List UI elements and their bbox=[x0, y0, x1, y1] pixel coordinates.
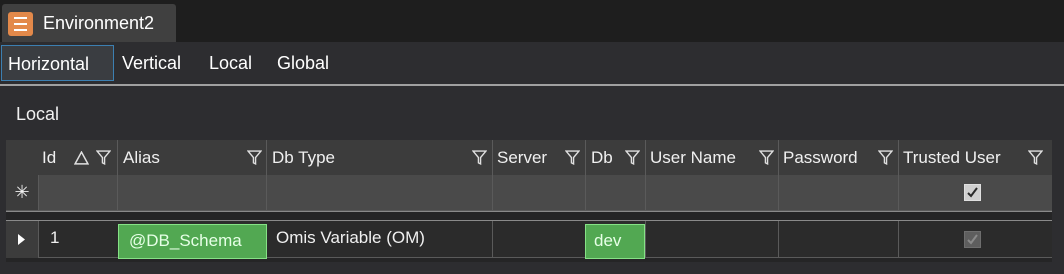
cell-db-type[interactable]: Omis Variable (OM) bbox=[270, 221, 490, 258]
section-title: Local bbox=[16, 104, 60, 124]
new-row[interactable]: ✳ bbox=[6, 175, 1052, 211]
menu-divider bbox=[0, 84, 1064, 86]
environment-grid: Id Alias Db Type Server Db User Name Pas… bbox=[6, 140, 1052, 262]
menu-horizontal[interactable]: Horizontal bbox=[1, 45, 114, 81]
document-tab-strip: Environment2 bbox=[0, 0, 1064, 42]
list-icon bbox=[8, 12, 33, 36]
new-row-marker-icon: ✳ bbox=[6, 175, 38, 210]
environment-editor: Environment2 Horizontal Vertical Local G… bbox=[0, 0, 1064, 274]
sort-ascending-icon[interactable] bbox=[74, 151, 89, 166]
document-tab[interactable]: Environment2 bbox=[2, 4, 176, 42]
filter-icon[interactable] bbox=[878, 150, 893, 165]
menu-vertical[interactable]: Vertical bbox=[122, 45, 194, 81]
new-row-trusted-user-checkbox[interactable] bbox=[964, 184, 981, 201]
document-tab-title: Environment2 bbox=[43, 13, 155, 33]
filter-icon[interactable] bbox=[625, 150, 640, 165]
column-header-trusted-user[interactable]: Trusted User bbox=[903, 140, 1001, 175]
filter-icon[interactable] bbox=[565, 150, 580, 165]
view-menu-bar: Horizontal Vertical Local Global bbox=[0, 42, 1064, 84]
menu-local[interactable]: Local bbox=[209, 45, 261, 81]
filter-icon[interactable] bbox=[759, 150, 774, 165]
cell-user-name[interactable] bbox=[646, 221, 776, 258]
cell-alias[interactable]: @DB_Schema bbox=[118, 224, 267, 259]
column-header-user-name[interactable]: User Name bbox=[650, 140, 736, 175]
cell-server[interactable] bbox=[493, 221, 583, 258]
checkmark-icon bbox=[967, 187, 978, 198]
filter-icon[interactable] bbox=[96, 150, 111, 165]
table-row[interactable]: 1 @DB_Schema Omis Variable (OM) dev bbox=[6, 221, 1052, 259]
menu-global[interactable]: Global bbox=[277, 45, 341, 81]
filter-icon[interactable] bbox=[1028, 150, 1043, 165]
row-separator bbox=[6, 211, 1052, 221]
column-header-db-type[interactable]: Db Type bbox=[272, 140, 335, 175]
checkmark-icon bbox=[967, 234, 978, 245]
column-header-id[interactable]: Id bbox=[42, 140, 56, 175]
trusted-user-checkbox[interactable] bbox=[964, 231, 981, 248]
column-header-server[interactable]: Server bbox=[497, 140, 547, 175]
row-selector[interactable] bbox=[6, 221, 38, 258]
filter-icon[interactable] bbox=[247, 150, 262, 165]
cell-password[interactable] bbox=[779, 221, 897, 258]
filter-icon[interactable] bbox=[472, 150, 487, 165]
grid-header: Id Alias Db Type Server Db User Name Pas… bbox=[6, 140, 1052, 175]
cell-id[interactable]: 1 bbox=[44, 221, 114, 258]
column-header-alias[interactable]: Alias bbox=[123, 140, 160, 175]
column-header-db[interactable]: Db bbox=[591, 140, 613, 175]
cell-db[interactable]: dev bbox=[585, 224, 645, 259]
column-header-password[interactable]: Password bbox=[783, 140, 858, 175]
current-row-arrow-icon bbox=[18, 234, 25, 245]
